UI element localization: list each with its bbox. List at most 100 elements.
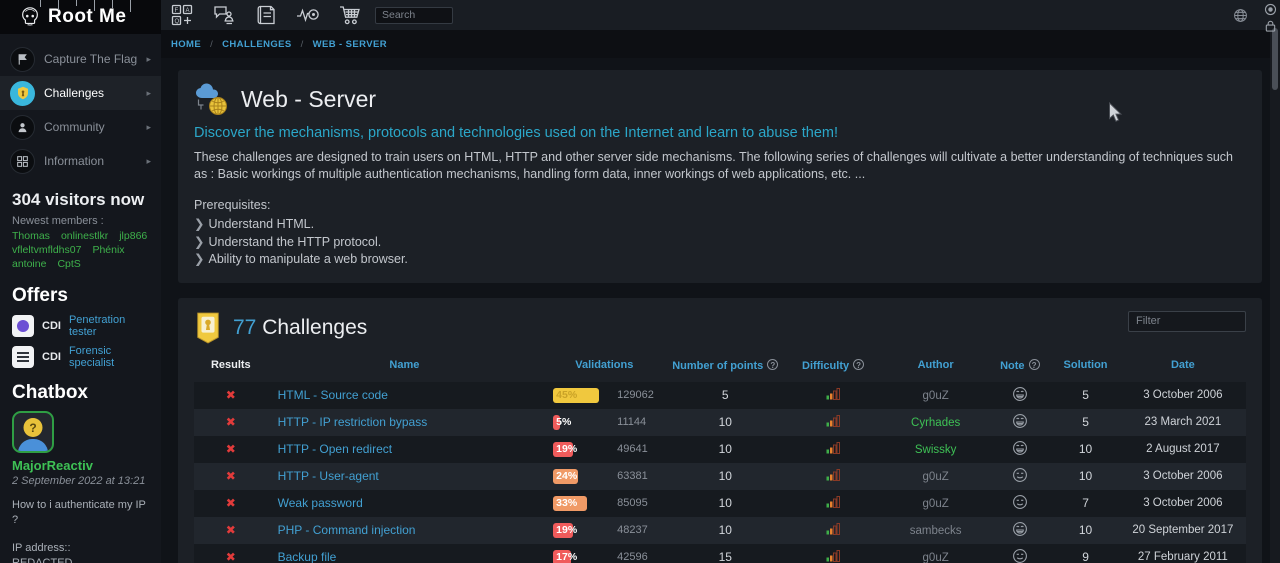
category-subtitle: Discover the mechanisms, protocols and t… (194, 125, 1246, 141)
member-link[interactable]: Thomas (12, 230, 50, 242)
validations-cell: 24%63381 (541, 463, 667, 490)
validations-count: 42596 (617, 551, 648, 563)
sidebar-item-challenges[interactable]: Challenges▸ (0, 76, 161, 110)
author-link-sambecks[interactable]: sambecks (910, 525, 962, 537)
column-header-validations[interactable]: Validations (541, 357, 667, 382)
help-icon[interactable]: ? (1029, 359, 1040, 370)
svg-text:A: A (186, 8, 190, 14)
member-link[interactable]: vfleltvmfldhs07 (12, 244, 81, 256)
author-link-swissky[interactable]: Swissky (915, 444, 957, 456)
sidebar: Root Me Capture The Flag▸Challenges▸Comm… (0, 0, 161, 563)
offer-link-penetration-tester[interactable]: Penetration tester (69, 314, 149, 338)
failed-cross-icon: ✖ (226, 550, 236, 563)
column-label: Name (389, 359, 419, 371)
offer-contract-type: CDI (42, 320, 61, 332)
column-header-solution[interactable]: Solution (1051, 357, 1119, 382)
chat-username-link[interactable]: MajorReactiv (12, 458, 93, 473)
logo[interactable]: Root Me (0, 0, 161, 34)
column-header-results[interactable]: Results (194, 357, 268, 382)
result-cell: ✖ (194, 409, 268, 436)
grin-face-icon (1012, 418, 1028, 432)
prerequisite-item: ❯Ability to manipulate a web browser. (194, 251, 1246, 269)
breadcrumb-link-home[interactable]: HOME (171, 39, 201, 50)
points-cell: 10 (667, 517, 783, 544)
challenge-link-backup-file[interactable]: Backup file (278, 550, 337, 563)
page-scrollbar[interactable] (1270, 0, 1280, 563)
author-cell: g0uZ (883, 382, 988, 409)
help-icon[interactable]: ? (767, 359, 778, 370)
challenges-badge-icon (194, 312, 222, 344)
prerequisites-list: ❯Understand HTML.❯Understand the HTTP pr… (194, 216, 1246, 269)
category-description: These challenges are designed to train u… (194, 149, 1246, 182)
docs-book-icon[interactable] (254, 3, 278, 27)
column-label: Validations (575, 359, 633, 371)
faq-bricks-icon[interactable]: FAQ (170, 3, 194, 27)
validation-bar: 5% (553, 415, 605, 430)
sidebar-item-information[interactable]: Information▸ (0, 144, 161, 178)
web-server-cloud-globe-icon (194, 82, 230, 116)
member-link[interactable]: jlp866 (119, 230, 147, 242)
difficulty-bars-icon (826, 497, 841, 511)
difficulty-bars-icon (826, 389, 841, 403)
cart-icon[interactable] (338, 3, 362, 27)
author-cell: g0uZ (883, 463, 988, 490)
author-link-g0uz[interactable]: g0uZ (923, 471, 949, 483)
column-header-number-of-points[interactable]: Number of points? (667, 357, 783, 382)
breadcrumb-link-challenges[interactable]: CHALLENGES (222, 39, 291, 50)
sidebar-item-community[interactable]: Community ▸ (0, 110, 161, 144)
offer-link-forensic-specialist[interactable]: Forensic specialist (69, 345, 149, 369)
author-link-g0uz[interactable]: g0uZ (923, 552, 949, 563)
bullet-arrow: ❯ (194, 252, 204, 266)
bullet-arrow: ❯ (194, 217, 204, 231)
author-link-cyrhades[interactable]: Cyrhades (911, 417, 960, 429)
sidebar-item-capture-the-flag[interactable]: Capture The Flag▸ (0, 42, 161, 76)
filter-input[interactable] (1128, 311, 1246, 332)
validation-percentage: 5% (556, 416, 571, 428)
difficulty-bars-icon (826, 551, 841, 563)
challenges-count: 77 (233, 316, 256, 339)
column-header-name[interactable]: Name (268, 357, 542, 382)
result-cell: ✖ (194, 463, 268, 490)
support-chat-icon[interactable] (212, 3, 236, 27)
result-cell: ✖ (194, 517, 268, 544)
member-link[interactable]: CptS (57, 258, 80, 270)
challenge-link-php-command-injection[interactable]: PHP - Command injection (278, 523, 416, 537)
chat-avatar[interactable]: ? (12, 411, 54, 453)
pulse-target-icon[interactable] (296, 3, 320, 27)
sidebar-item-label: Community (44, 120, 105, 134)
bullet-arrow: ❯ (194, 235, 204, 249)
help-icon[interactable]: ? (853, 359, 864, 370)
member-link[interactable]: onlinestlkr (61, 230, 108, 242)
record-target-icon[interactable] (1264, 3, 1277, 16)
validation-bar: 33% (553, 496, 605, 511)
difficulty-bars-icon (826, 443, 841, 457)
validation-percentage: 24% (556, 470, 577, 482)
author-link-g0uz[interactable]: g0uZ (923, 498, 949, 510)
challenge-link-http-user-agent[interactable]: HTTP - User-agent (278, 469, 379, 483)
challenge-link-http-open-redirect[interactable]: HTTP - Open redirect (278, 442, 392, 456)
breadcrumb-link-web-server[interactable]: WEB - SERVER (313, 39, 387, 50)
column-header-difficulty[interactable]: Difficulty? (783, 357, 883, 382)
challenge-link-html-source-code[interactable]: HTML - Source code (278, 388, 388, 402)
column-header-date[interactable]: Date (1120, 357, 1246, 382)
challenge-link-weak-password[interactable]: Weak password (278, 496, 363, 510)
member-link[interactable]: Phénix (92, 244, 124, 256)
challenge-link-http-ip-restriction-bypass[interactable]: HTTP - IP restriction bypass (278, 415, 428, 429)
author-link-g0uz[interactable]: g0uZ (923, 390, 949, 402)
member-link[interactable]: antoine (12, 258, 46, 270)
validations-cell: 19%49641 (541, 436, 667, 463)
search-input[interactable] (375, 7, 453, 24)
author-cell: Swissky (883, 436, 988, 463)
column-header-author[interactable]: Author (883, 357, 988, 382)
scrollbar-thumb[interactable] (1272, 28, 1278, 90)
column-header-note[interactable]: Note? (988, 357, 1051, 382)
offers-list: CDIPenetration testerCDIForensic special… (0, 314, 161, 369)
category-intro-card: Web - Server Discover the mechanisms, pr… (178, 70, 1262, 283)
validation-percentage: 19% (556, 524, 577, 536)
language-globe-icon[interactable] (1233, 8, 1248, 28)
offer-company-logo (12, 315, 34, 337)
chevron-right-icon: ▸ (146, 122, 151, 133)
challenges-count-title: 77 Challenges (233, 316, 367, 340)
lock-icon[interactable] (1264, 19, 1277, 33)
column-label: Difficulty (802, 360, 849, 372)
